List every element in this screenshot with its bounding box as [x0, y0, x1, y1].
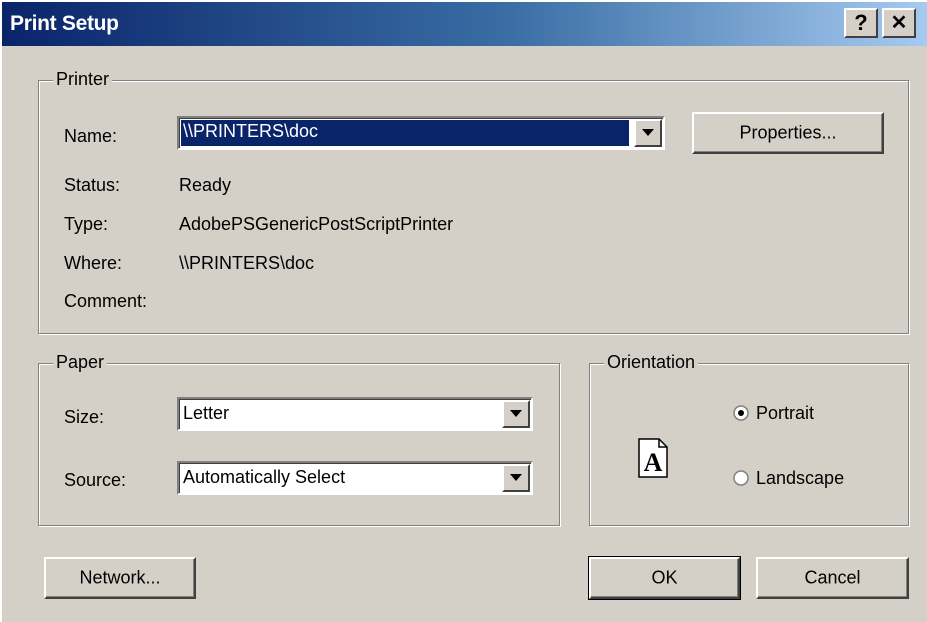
paper-source-value: Automatically Select — [183, 467, 346, 487]
printer-name-value: \\PRINTERS\doc — [181, 120, 629, 146]
printer-name-dropdown-button[interactable] — [634, 119, 662, 147]
properties-button-label: Properties... — [739, 122, 837, 143]
network-button-label: Network... — [79, 567, 161, 588]
title-bar[interactable]: Print Setup ? ✕ — [2, 2, 927, 46]
landscape-radio[interactable] — [733, 470, 749, 486]
orientation-group-label: Orientation — [604, 352, 699, 373]
paper-source-dropdown-button[interactable] — [502, 464, 530, 492]
printer-name-select[interactable]: \\PRINTERS\doc — [177, 116, 665, 150]
status-value: Ready — [179, 175, 232, 195]
cancel-button-label: Cancel — [804, 567, 861, 588]
landscape-label[interactable]: Landscape — [756, 468, 844, 489]
orientation-group: Orientation — [589, 352, 909, 526]
paper-size-label: Size: — [64, 407, 105, 427]
page-preview-letter: A — [644, 448, 663, 477]
status-label: Status: — [64, 175, 121, 195]
paper-group: Paper — [38, 352, 560, 526]
properties-button[interactable]: Properties... — [692, 112, 884, 154]
close-icon: ✕ — [890, 12, 908, 34]
where-label: Where: — [64, 253, 123, 273]
print-setup-dialog: Print Setup ? ✕ Printer Name: \\PRINTERS… — [0, 0, 927, 622]
help-button[interactable]: ? — [844, 8, 878, 38]
printer-group-label: Printer — [53, 69, 113, 90]
ok-button-label: OK — [651, 567, 678, 588]
chevron-down-icon — [510, 410, 522, 417]
portrait-page-icon: A — [638, 438, 668, 478]
cancel-button[interactable]: Cancel — [756, 557, 909, 599]
chevron-down-icon — [642, 129, 654, 136]
help-icon: ? — [854, 10, 868, 35]
type-label: Type: — [64, 214, 109, 234]
close-button[interactable]: ✕ — [882, 8, 916, 38]
comment-label: Comment: — [64, 291, 148, 311]
where-value: \\PRINTERS\doc — [179, 253, 315, 273]
paper-group-label: Paper — [53, 352, 108, 373]
window-title: Print Setup — [10, 12, 119, 35]
printer-name-label: Name: — [64, 126, 118, 146]
ok-button[interactable]: OK — [588, 556, 741, 600]
paper-size-dropdown-button[interactable] — [502, 400, 530, 428]
paper-size-select[interactable]: Letter — [177, 397, 533, 431]
paper-size-value: Letter — [183, 403, 230, 423]
chevron-down-icon — [510, 474, 522, 481]
portrait-radio[interactable] — [733, 405, 749, 421]
portrait-label[interactable]: Portrait — [756, 403, 814, 424]
paper-source-label: Source: — [64, 470, 127, 490]
network-button[interactable]: Network... — [44, 557, 196, 599]
type-value: AdobePSGenericPostScriptPrinter — [179, 214, 454, 234]
paper-source-select[interactable]: Automatically Select — [177, 461, 533, 495]
